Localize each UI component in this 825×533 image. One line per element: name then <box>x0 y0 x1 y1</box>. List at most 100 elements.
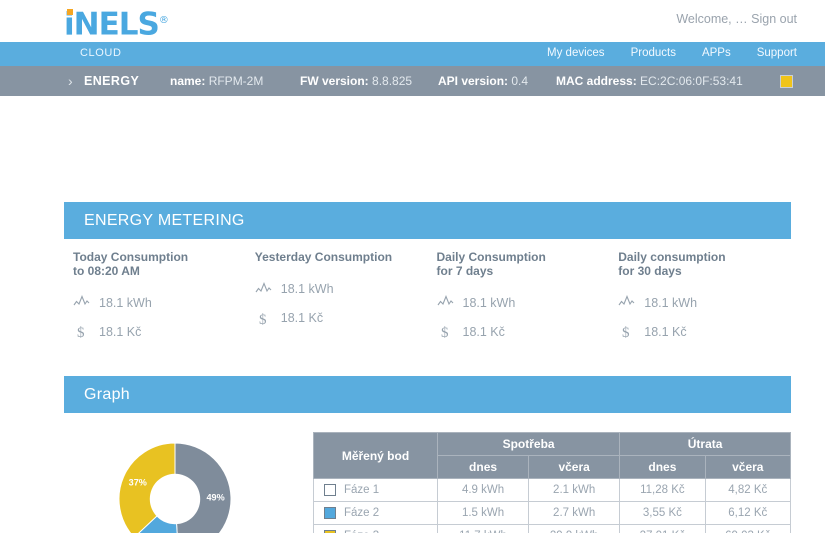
metric-cost-value: 18.1 Kč <box>280 311 324 325</box>
device-field-api-label: API version: <box>438 74 509 88</box>
nav-item-products[interactable]: Products <box>631 47 676 59</box>
metric-cost-value: 18.1 Kč <box>462 324 505 339</box>
card-title: Today Consumption to 08:20 AM <box>73 250 189 278</box>
dollar-icon: $ <box>618 324 635 340</box>
nav-links: My devices Products APPs Support <box>547 47 797 59</box>
metric-energy-value: 18.1 kWh <box>99 295 152 310</box>
row-label-cell[interactable]: Fáze 2 <box>313 501 438 525</box>
col-consumption-today: dnes <box>436 455 530 479</box>
welcome-area: Welcome, … Sign out <box>676 12 797 26</box>
row-label: Fáze 2 <box>344 507 380 519</box>
consumption-donut-chart: 49%14%37% <box>105 429 245 533</box>
metric-energy: 18.1 kWh <box>73 295 246 310</box>
donut-slice-label: 49% <box>206 493 224 503</box>
metric-cost-value: 18.1 Kč <box>99 324 142 339</box>
dollar-icon: $ <box>255 311 272 327</box>
cloud-label: CLOUD <box>80 47 122 59</box>
table-row[interactable]: Fáze 3 11.7 kWh 29.9 kWh 27.01 Kč 69.03 … <box>313 524 792 533</box>
table-body: Fáze 1 4.9 kWh 2.1 kWh 11,28 Kč 4,82 Kč … <box>313 478 792 533</box>
cell-consumption-yesterday: 29.9 kWh <box>528 524 621 533</box>
nav-item-apps[interactable]: APPs <box>702 47 731 59</box>
svg-text:$: $ <box>622 325 630 340</box>
nav-item-support[interactable]: Support <box>757 47 797 59</box>
cell-consumption-today: 11.7 kWh <box>436 524 530 533</box>
cell-consumption-today: 4.9 kWh <box>436 478 530 502</box>
metric-energy: 18.1 kWh <box>618 295 791 310</box>
col-group-consumption: Spotřeba <box>436 432 621 456</box>
device-field-fw-version: FW version: 8.8.825 <box>300 74 412 88</box>
cell-spend-yesterday: 69.03 Kč <box>704 524 792 533</box>
device-field-mac-value: EC:2C:06:0F:53:41 <box>640 74 743 88</box>
card-title: Daily consumption for 30 days <box>618 250 726 278</box>
line-chart-icon <box>618 295 635 310</box>
card-title: Yesterday Consumption <box>254 250 393 264</box>
metric-energy-value: 18.1 kWh <box>644 295 698 310</box>
logo-text: iNELS <box>64 6 160 43</box>
phase-color-checkbox[interactable] <box>324 484 336 496</box>
svg-text:$: $ <box>77 325 85 340</box>
inels-logo[interactable]: iNELS® <box>64 2 169 43</box>
device-field-name-label: name: <box>170 74 206 88</box>
metric-energy-value: 18.1 kWh <box>280 282 334 296</box>
cell-spend-yesterday: 4,82 Kč <box>704 478 792 502</box>
phase-color-checkbox[interactable] <box>324 507 336 519</box>
welcome-text: Welcome, … <box>676 12 748 26</box>
main-navbar: CLOUD My devices Products APPs Support <box>0 42 825 66</box>
cell-consumption-yesterday: 2.1 kWh <box>528 478 621 502</box>
logo-registered-mark: ® <box>158 15 169 26</box>
row-label: Fáze 1 <box>344 484 380 496</box>
device-field-fw-value: 8.8.825 <box>372 74 413 88</box>
status-badge[interactable] <box>780 75 793 88</box>
sign-out-link[interactable]: Sign out <box>751 12 797 26</box>
col-measured-point: Měřený bod <box>313 432 438 479</box>
device-field-api-value: 0.4 <box>511 74 529 88</box>
chevron-right-icon[interactable]: › <box>68 73 73 89</box>
top-header: iNELS® Welcome, … Sign out <box>0 0 825 42</box>
energy-metering-title: ENERGY METERING <box>84 211 245 229</box>
metric-cost: $ 18.1 Kč <box>255 311 428 327</box>
card-yesterday-consumption: Yesterday Consumption 18.1 kWh $ 18.1 Kč <box>246 250 428 353</box>
graph-section-title: Graph <box>84 385 130 403</box>
table-row[interactable]: Fáze 1 4.9 kWh 2.1 kWh 11,28 Kč 4,82 Kč <box>313 478 792 502</box>
table-header: Měřený bod Spotřeba Útrata dnes včera dn… <box>313 432 792 479</box>
metric-cost: $ 18.1 Kč <box>618 324 791 341</box>
donut-slice-label: 37% <box>129 478 147 488</box>
row-label-cell[interactable]: Fáze 3 <box>313 524 438 533</box>
device-field-mac-label: MAC address: <box>556 74 637 88</box>
card-title: Daily Consumption for 7 days <box>436 250 546 278</box>
nav-item-my-devices[interactable]: My devices <box>547 47 605 59</box>
logo-dot-icon <box>67 9 73 15</box>
donut-svg: 49%14%37% <box>118 442 232 533</box>
device-section-title: ENERGY <box>84 74 140 88</box>
card-daily-consumption-7-days: Daily Consumption for 7 days 18.1 kWh $ … <box>428 250 610 353</box>
metric-cost: $ 18.1 Kč <box>437 324 610 341</box>
table-row[interactable]: Fáze 2 1.5 kWh 2.7 kWh 3,55 Kč 6,12 Kč <box>313 501 792 525</box>
cell-spend-today: 27.01 Kč <box>619 524 706 533</box>
dollar-icon: $ <box>73 324 90 340</box>
col-consumption-yesterday: včera <box>528 455 621 479</box>
graph-section-header: Graph <box>64 376 791 413</box>
card-daily-consumption-30-days: Daily consumption for 30 days 18.1 kWh $… <box>609 250 791 353</box>
device-field-mac-address: MAC address: EC:2C:06:0F:53:41 <box>556 74 743 88</box>
col-spend-today: dnes <box>619 455 706 479</box>
cell-spend-today: 11,28 Kč <box>619 478 706 502</box>
metering-cards: Today Consumption to 08:20 AM 18.1 kWh $… <box>64 250 791 353</box>
device-field-fw-label: FW version: <box>300 74 369 88</box>
dollar-icon: $ <box>437 324 454 340</box>
cell-consumption-yesterday: 2.7 kWh <box>528 501 621 525</box>
line-chart-icon <box>437 295 454 310</box>
col-group-spend: Útrata <box>619 432 791 456</box>
measurement-table: Měřený bod Spotřeba Útrata dnes včera dn… <box>313 432 792 533</box>
device-field-name-value: RFPM-2M <box>208 74 264 88</box>
row-label-cell[interactable]: Fáze 1 <box>313 478 438 502</box>
energy-metering-header: ENERGY METERING <box>64 202 791 239</box>
device-field-api-version: API version: 0.4 <box>438 74 528 88</box>
device-info-bar: › ENERGY name: RFPM-2M FW version: 8.8.8… <box>0 66 825 96</box>
svg-text:$: $ <box>259 312 267 327</box>
line-chart-icon <box>255 281 272 297</box>
device-field-name: name: RFPM-2M <box>170 74 263 88</box>
cell-spend-today: 3,55 Kč <box>619 501 706 525</box>
col-spend-yesterday: včera <box>704 455 792 479</box>
cell-spend-yesterday: 6,12 Kč <box>704 501 792 525</box>
metric-cost: $ 18.1 Kč <box>73 324 246 341</box>
